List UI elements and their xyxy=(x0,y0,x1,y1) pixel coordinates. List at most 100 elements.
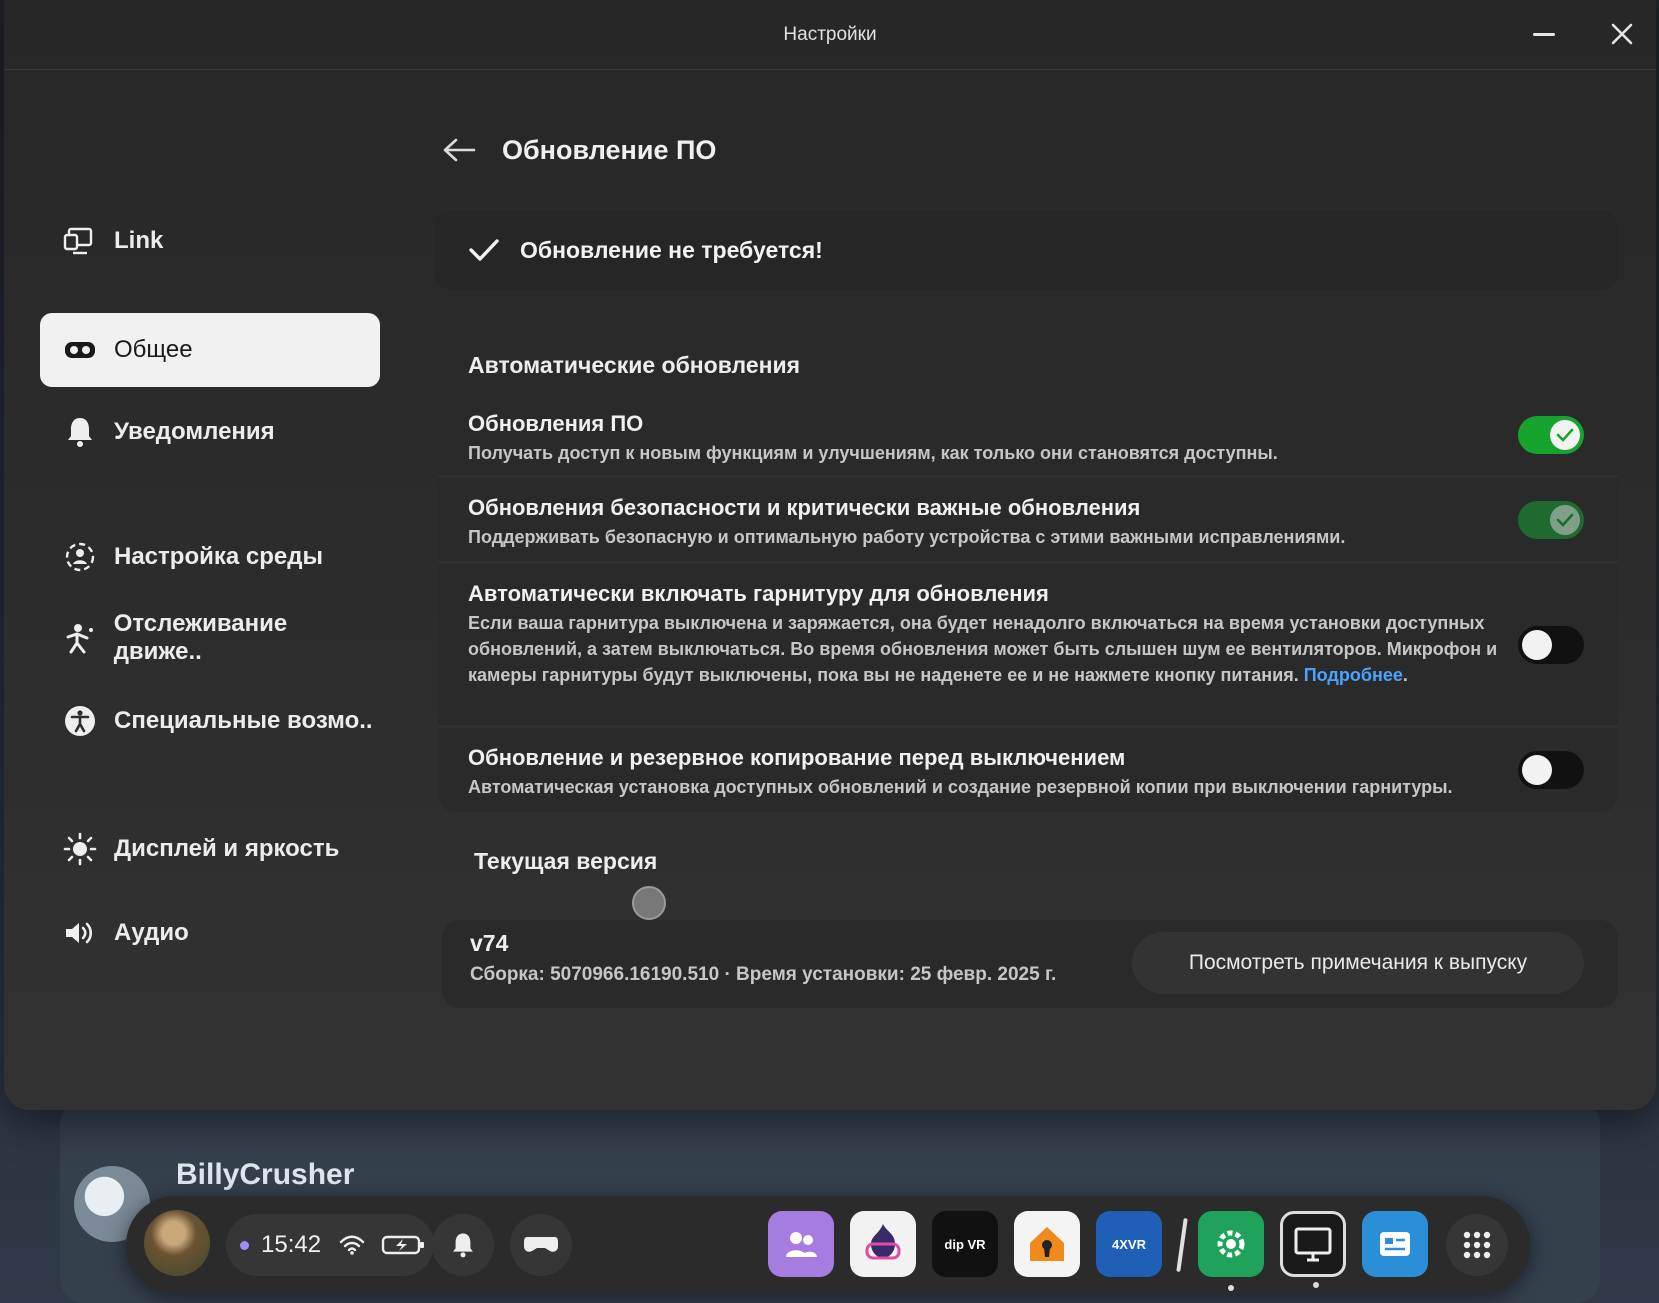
update-status-text: Обновление не требуется! xyxy=(520,236,823,263)
setting-row-software-updates[interactable]: Обновления ПО Получать доступ к новым фу… xyxy=(438,394,1618,478)
minimize-button[interactable] xyxy=(1524,14,1564,54)
all-apps-button[interactable] xyxy=(1446,1214,1508,1276)
monitor-icon xyxy=(1294,1227,1332,1262)
environment-icon xyxy=(60,537,100,577)
sidebar-item-general[interactable]: Общее xyxy=(40,313,380,387)
close-button[interactable] xyxy=(1602,14,1642,54)
running-indicator xyxy=(1313,1282,1319,1288)
bell-icon xyxy=(453,1233,473,1258)
running-indicator xyxy=(1228,1285,1234,1291)
back-button[interactable] xyxy=(434,125,484,175)
sidebar-item-link[interactable]: Link xyxy=(40,204,380,278)
sidebar-item-label: Уведомления xyxy=(114,418,275,445)
main-content: Обновление ПО Обновление не требуется! А… xyxy=(434,120,1624,1008)
sidebar-item-label: Аудио xyxy=(114,919,189,946)
status-dot xyxy=(240,1240,249,1250)
setting-title: Обновление и резервное копирование перед… xyxy=(468,745,1126,770)
setting-title: Обновления ПО xyxy=(468,411,644,436)
setting-description: Автоматическая установка доступных обнов… xyxy=(468,777,1453,797)
speaker-icon xyxy=(60,913,100,953)
browser-app[interactable] xyxy=(1362,1211,1428,1277)
4xvr-app[interactable]: 4XVR xyxy=(1096,1211,1162,1277)
bell-icon xyxy=(60,412,100,452)
page-header: Обновление ПО xyxy=(434,120,1624,180)
setting-description: Получать доступ к новым функциям и улучш… xyxy=(468,443,1278,463)
browser-card-icon xyxy=(1380,1232,1410,1256)
app-grid-icon xyxy=(1463,1231,1491,1259)
back-arrow-icon xyxy=(443,138,476,162)
check-icon xyxy=(1556,513,1574,527)
close-icon xyxy=(1611,23,1633,45)
clock-time: 15:42 xyxy=(261,1231,322,1258)
learn-more-link[interactable]: Подробнее xyxy=(1304,665,1403,685)
version-card: v74 Сборка: 5070966.16190.510 · Время ус… xyxy=(442,920,1618,1008)
headset-icon xyxy=(60,330,100,370)
headset-button[interactable] xyxy=(510,1214,572,1276)
headset-icon xyxy=(524,1237,558,1252)
toggle-knob xyxy=(1522,629,1552,660)
app-label: dip VR xyxy=(944,1236,986,1252)
gaming-app[interactable] xyxy=(850,1211,916,1277)
setting-description: Поддерживать безопасную и оптимальную ра… xyxy=(468,527,1346,547)
sidebar-item-accessibility[interactable]: Специальные возмо.. xyxy=(40,684,380,758)
profile-avatar[interactable] xyxy=(144,1210,210,1276)
movement-icon xyxy=(60,618,100,658)
monitor-app[interactable] xyxy=(1280,1211,1346,1288)
gear-icon xyxy=(1217,1230,1245,1258)
dipvr-app[interactable]: dip VR xyxy=(932,1211,998,1277)
security-updates-toggle xyxy=(1518,500,1584,539)
app-label: 4XVR xyxy=(1112,1236,1146,1252)
minimize-icon xyxy=(1533,32,1555,36)
taskbar-separator xyxy=(1176,1217,1188,1273)
background-username: BillyCrusher xyxy=(176,1158,355,1191)
sidebar-item-label: Специальные возмо.. xyxy=(114,707,373,734)
quick-settings-status[interactable]: 15:42 xyxy=(226,1214,434,1276)
toggle-knob xyxy=(1550,504,1580,535)
sidebar-item-movement[interactable]: Отслеживание движе.. xyxy=(40,601,380,675)
auto-updates-heading: Автоматические обновления xyxy=(468,352,801,378)
toggle-knob xyxy=(1550,419,1580,450)
people-app[interactable] xyxy=(768,1211,834,1277)
setting-row-backup-before-shutdown[interactable]: Обновление и резервное копирование перед… xyxy=(438,728,1618,812)
current-version-heading: Текущая версия xyxy=(474,848,658,874)
software-updates-toggle[interactable] xyxy=(1518,415,1584,454)
window-title: Настройки xyxy=(783,23,877,45)
taskbar: 15:42 dip VR 4XVR xyxy=(126,1196,1530,1294)
pointer-cursor xyxy=(632,886,666,920)
notifications-button[interactable] xyxy=(432,1214,494,1276)
release-notes-button[interactable]: Посмотреть примечания к выпуску xyxy=(1132,932,1584,994)
link-icon xyxy=(60,221,100,261)
brightness-icon xyxy=(60,829,100,869)
battery-charging-icon xyxy=(381,1235,425,1255)
setting-title: Автоматически включать гарнитуру для обн… xyxy=(468,581,1049,606)
wifi-icon xyxy=(339,1235,365,1255)
vr-flame-icon xyxy=(865,1224,901,1260)
update-status-card: Обновление не требуется! xyxy=(434,210,1618,290)
setting-row-auto-power-on[interactable]: Автоматически включать гарнитуру для обн… xyxy=(438,564,1618,728)
sidebar-item-label: Общее xyxy=(114,336,193,363)
sidebar-item-label: Настройка среды xyxy=(114,543,323,570)
sidebar-item-label: Link xyxy=(114,227,164,254)
sidebar-item-label: Отслеживание движе.. xyxy=(113,610,288,665)
sidebar-item-label: Дисплей и яркость xyxy=(114,835,340,862)
lock-app[interactable] xyxy=(1014,1211,1080,1277)
keyhole-house-icon xyxy=(1030,1227,1064,1261)
auto-updates-list: Обновления ПО Получать доступ к новым фу… xyxy=(438,394,1618,812)
auto-power-on-toggle[interactable] xyxy=(1518,625,1584,664)
setting-title: Обновления безопасности и критически важ… xyxy=(468,495,1141,520)
sidebar-item-environment[interactable]: Настройка среды xyxy=(40,520,380,594)
title-bar: Настройки xyxy=(4,0,1656,70)
settings-app[interactable] xyxy=(1198,1211,1264,1291)
sidebar-item-display[interactable]: Дисплей и яркость xyxy=(40,812,380,886)
sidebar-item-audio[interactable]: Аудио xyxy=(40,896,380,970)
sidebar-item-notifications[interactable]: Уведомления xyxy=(40,395,380,469)
version-number: v74 xyxy=(470,930,509,956)
check-icon xyxy=(469,239,499,261)
people-icon xyxy=(786,1232,817,1257)
setting-description: Если ваша гарнитура выключена и заряжает… xyxy=(468,613,1498,685)
backup-before-shutdown-toggle[interactable] xyxy=(1518,751,1584,789)
settings-window: Настройки Link Общее Уведомления Настрой… xyxy=(4,0,1656,1110)
check-icon xyxy=(1556,428,1574,442)
setting-row-security-updates: Обновления безопасности и критически важ… xyxy=(438,478,1618,564)
toggle-knob xyxy=(1522,755,1552,785)
